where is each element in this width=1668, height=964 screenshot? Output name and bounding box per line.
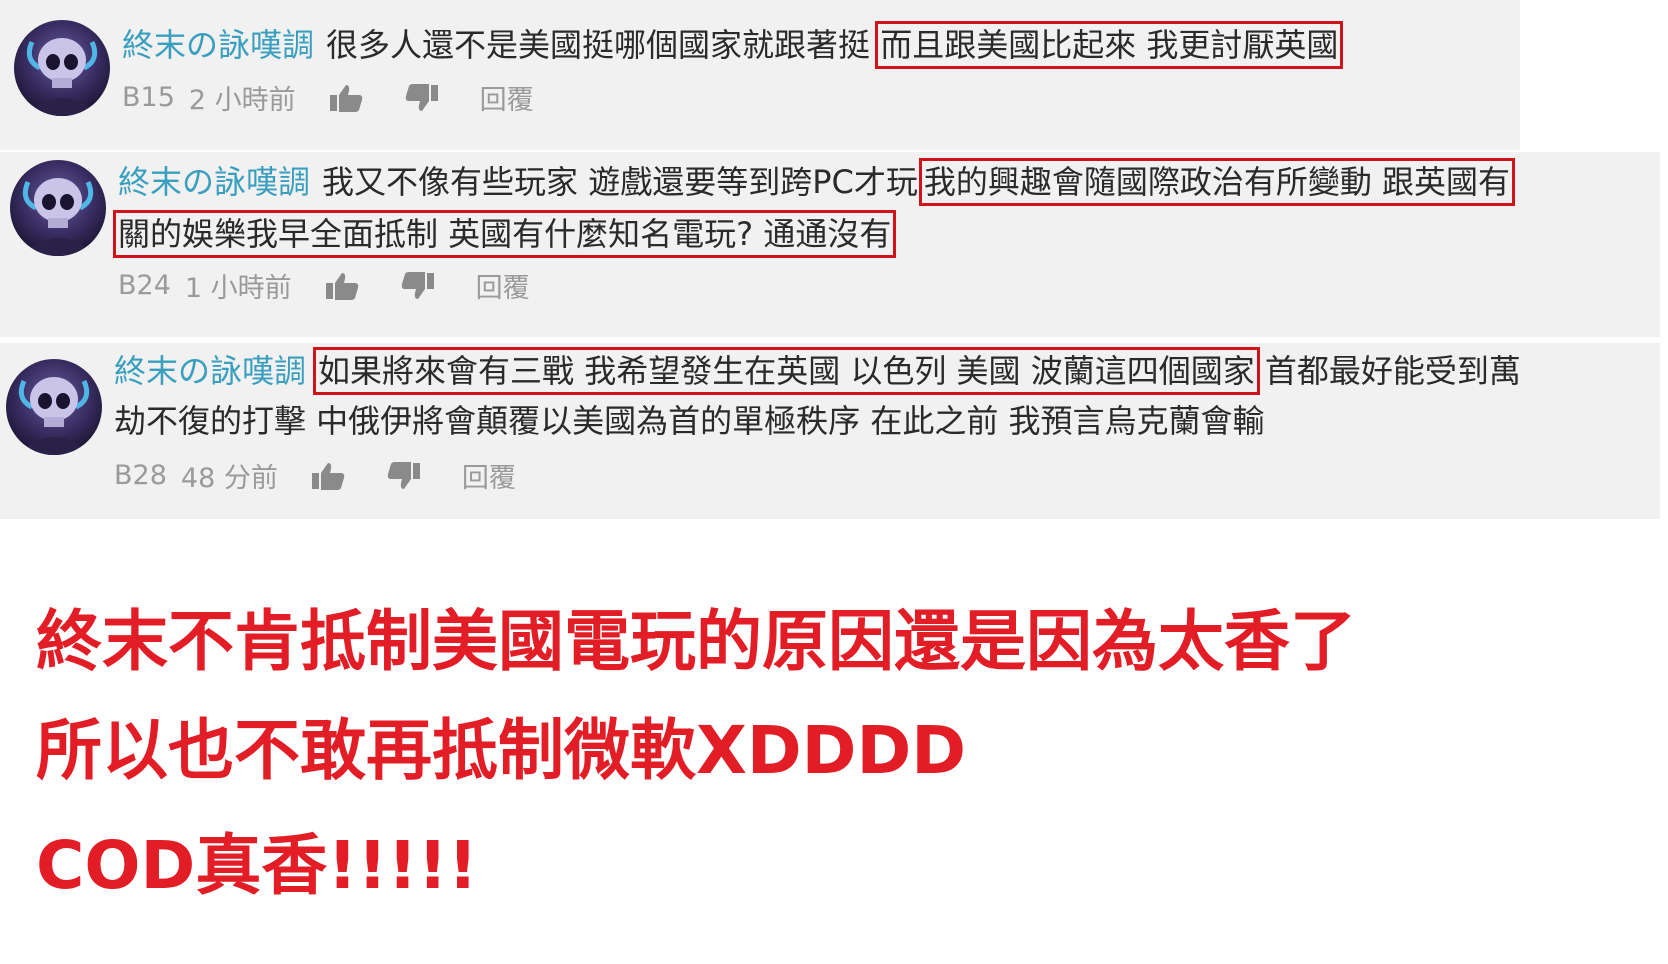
username-link[interactable]: 終末の詠嘆調 xyxy=(122,26,314,64)
comment-plain-text: 首都最好能受到萬 xyxy=(1264,352,1521,390)
thumbs-up-icon[interactable] xyxy=(328,83,364,113)
thumbs-up-icon[interactable] xyxy=(324,271,360,301)
reply-button[interactable]: 回覆 xyxy=(462,456,516,495)
floor-number: B15 xyxy=(122,82,175,113)
caption-line-2: 所以也不敢再抵制微軟XDDDD xyxy=(36,712,967,789)
comment-text-line2: 關的娛樂我早全面抵制 英國有什麼知名電玩? 通通沒有 xyxy=(112,208,897,260)
avatar[interactable] xyxy=(6,359,102,455)
comment-meta: B15 2 小時前 回覆 xyxy=(122,78,534,117)
comment-plain-text: 劫不復的打擊 中俄伊將會顛覆以美國為首的單極秩序 在此之前 我預言烏克蘭會輸 xyxy=(114,402,1265,440)
reply-button[interactable]: 回覆 xyxy=(476,266,530,305)
caption-line-3: COD真香!!!!! xyxy=(36,827,478,904)
caption-line-1: 終末不肯抵制美國電玩的原因還是因為太香了 xyxy=(36,603,1356,680)
comment-text: 終末の詠嘆調 我又不像有些玩家 遊戲還要等到跨PC才玩 我的興趣會隨國際政治有所變動… xyxy=(118,156,1516,208)
comment-b15: 終末の詠嘆調 很多人還不是美國挺哪個國家就跟著挺 而且跟美國比起來 我更討厭英國 … xyxy=(0,0,1520,150)
skull-icon xyxy=(20,178,96,256)
comment-b24: 終末の詠嘆調 我又不像有些玩家 遊戲還要等到跨PC才玩 我的興趣會隨國際政治有所變動… xyxy=(0,152,1660,337)
timestamp: 1 小時前 xyxy=(184,273,292,304)
thumbs-down-icon[interactable] xyxy=(386,461,422,491)
thumbs-down-icon[interactable] xyxy=(400,271,436,301)
thumbs-down-icon[interactable] xyxy=(404,83,440,113)
username-link[interactable]: 終末の詠嘆調 xyxy=(114,352,306,390)
highlighted-text: 而且跟美國比起來 我更討厭英國 xyxy=(875,21,1344,69)
floor-number: B24 xyxy=(118,270,171,301)
thumbs-up-icon[interactable] xyxy=(310,461,346,491)
reply-button[interactable]: 回覆 xyxy=(480,78,534,117)
comment-meta: B24 1 小時前 回覆 xyxy=(118,266,530,305)
avatar[interactable] xyxy=(10,160,106,256)
highlighted-text: 如果將來會有三戰 我希望發生在英國 以色列 美國 波蘭這四個國家 xyxy=(313,347,1260,395)
comment-plain-text: 我又不像有些玩家 遊戲還要等到跨PC才玩 xyxy=(322,163,918,201)
highlighted-text: 關的娛樂我早全面抵制 英國有什麼知名電玩? 通通沒有 xyxy=(112,210,897,258)
comment-plain-text: 很多人還不是美國挺哪個國家就跟著挺 xyxy=(326,26,871,64)
timestamp: 2 小時前 xyxy=(188,85,296,116)
username-link[interactable]: 終末の詠嘆調 xyxy=(118,163,310,201)
highlighted-text: 我的興趣會隨國際政治有所變動 跟英國有 xyxy=(918,158,1516,206)
timestamp: 48 分前 xyxy=(180,463,278,494)
skull-icon xyxy=(16,377,92,455)
comment-b28: 終末の詠嘆調 如果將來會有三戰 我希望發生在英國 以色列 美國 波蘭這四個國家 首… xyxy=(0,343,1660,519)
comment-meta: B28 48 分前 回覆 xyxy=(114,456,516,495)
skull-icon xyxy=(24,38,100,116)
comment-text-line2: 劫不復的打擊 中俄伊將會顛覆以美國為首的單極秩序 在此之前 我預言烏克蘭會輸 xyxy=(114,395,1265,447)
comment-text: 終末の詠嘆調 如果將來會有三戰 我希望發生在英國 以色列 美國 波蘭這四個國家 首… xyxy=(114,345,1521,397)
comment-text: 終末の詠嘆調 很多人還不是美國挺哪個國家就跟著挺 而且跟美國比起來 我更討厭英國 xyxy=(122,19,1344,71)
floor-number: B28 xyxy=(114,460,167,491)
avatar[interactable] xyxy=(14,20,110,116)
